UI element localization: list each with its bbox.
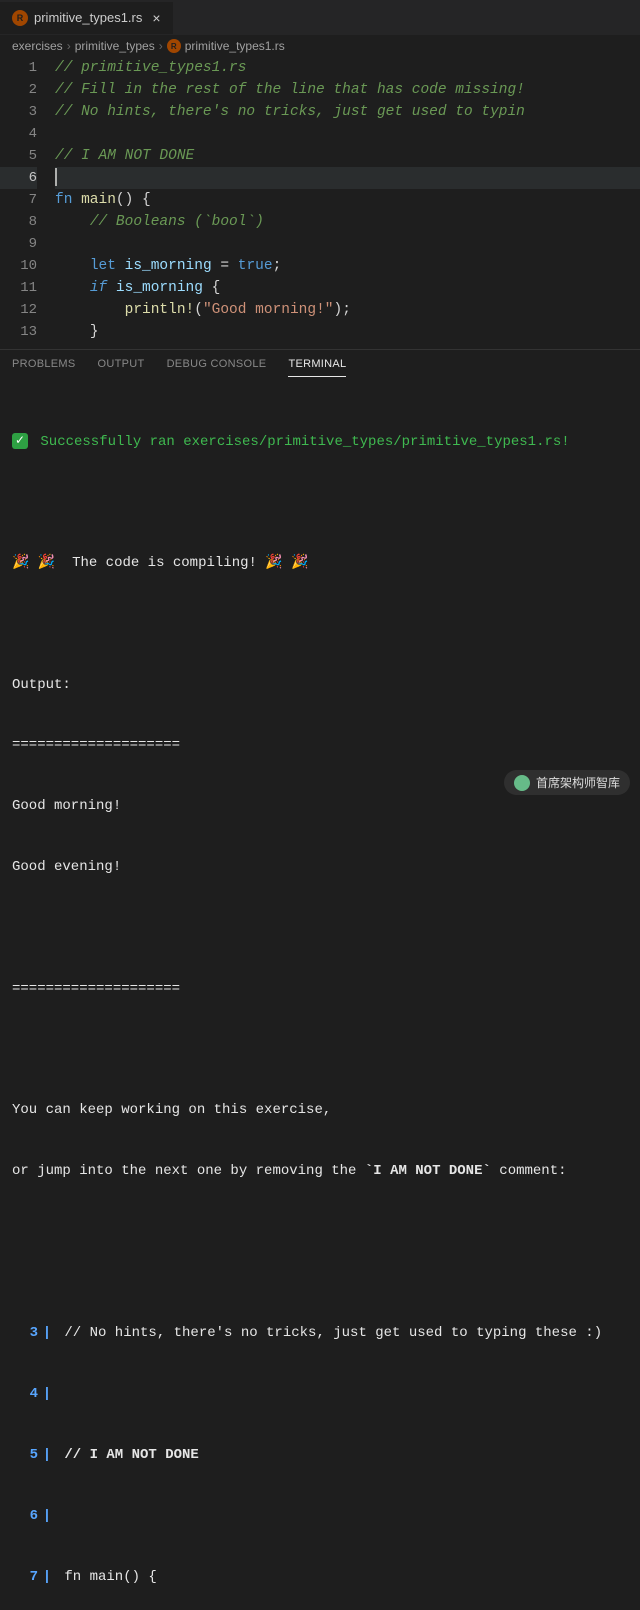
terminal-text: or jump into the next one by removing th… bbox=[12, 1161, 628, 1181]
editor-cursor bbox=[55, 168, 57, 186]
tab-debug-console[interactable]: DEBUG CONSOLE bbox=[167, 358, 267, 377]
watermark: 首席架构师智库 bbox=[504, 770, 630, 795]
terminal-text: Successfully ran exercises/primitive_typ… bbox=[32, 434, 570, 450]
chevron-right-icon: › bbox=[159, 39, 163, 53]
tab-terminal[interactable]: TERMINAL bbox=[288, 358, 346, 377]
tab-bar: R primitive_types1.rs × bbox=[0, 0, 640, 35]
tab-output[interactable]: OUTPUT bbox=[98, 358, 145, 377]
terminal-output[interactable]: ✓ Successfully ran exercises/primitive_t… bbox=[0, 377, 640, 1610]
terminal-text: ==================== bbox=[12, 735, 628, 755]
breadcrumb-seg[interactable]: primitive_types1.rs bbox=[185, 39, 285, 53]
wechat-icon bbox=[514, 775, 530, 791]
tab-label: primitive_types1.rs bbox=[34, 10, 142, 25]
check-icon: ✓ bbox=[12, 433, 28, 449]
panel-tab-bar: PROBLEMS OUTPUT DEBUG CONSOLE TERMINAL bbox=[0, 349, 640, 377]
code-body[interactable]: // primitive_types1.rs // Fill in the re… bbox=[55, 57, 640, 343]
terminal-text: 🎉 🎉 The code is compiling! 🎉 🎉 bbox=[12, 553, 628, 573]
breadcrumb[interactable]: exercises › primitive_types › R primitiv… bbox=[0, 35, 640, 57]
tab-problems[interactable]: PROBLEMS bbox=[12, 358, 76, 377]
terminal-text: Good evening! bbox=[12, 857, 628, 877]
breadcrumb-seg[interactable]: exercises bbox=[12, 39, 63, 53]
rust-file-icon: R bbox=[12, 10, 28, 26]
terminal-text: Good morning! bbox=[12, 796, 628, 816]
close-icon[interactable]: × bbox=[152, 10, 160, 26]
code-text: // primitive_types1.rs bbox=[55, 60, 246, 76]
terminal-text: Output: bbox=[12, 675, 628, 695]
rust-file-icon: R bbox=[167, 39, 181, 53]
file-tab[interactable]: R primitive_types1.rs × bbox=[0, 2, 173, 34]
code-text: // Fill in the rest of the line that has… bbox=[55, 82, 525, 98]
code-text: // No hints, there's no tricks, just get… bbox=[55, 104, 525, 120]
breadcrumb-seg[interactable]: primitive_types bbox=[75, 39, 155, 53]
terminal-text: ==================== bbox=[12, 979, 628, 999]
chevron-right-icon: › bbox=[67, 39, 71, 53]
code-editor[interactable]: 1 2 3 4 5 6 7 8 9 10 11 12 13 // primiti… bbox=[0, 57, 640, 343]
terminal-code-block: 3| // No hints, there's no tricks, just … bbox=[12, 1283, 628, 1610]
line-gutter: 1 2 3 4 5 6 7 8 9 10 11 12 13 bbox=[0, 57, 55, 343]
code-text: // I AM NOT DONE bbox=[55, 148, 194, 164]
terminal-text: You can keep working on this exercise, bbox=[12, 1100, 628, 1120]
